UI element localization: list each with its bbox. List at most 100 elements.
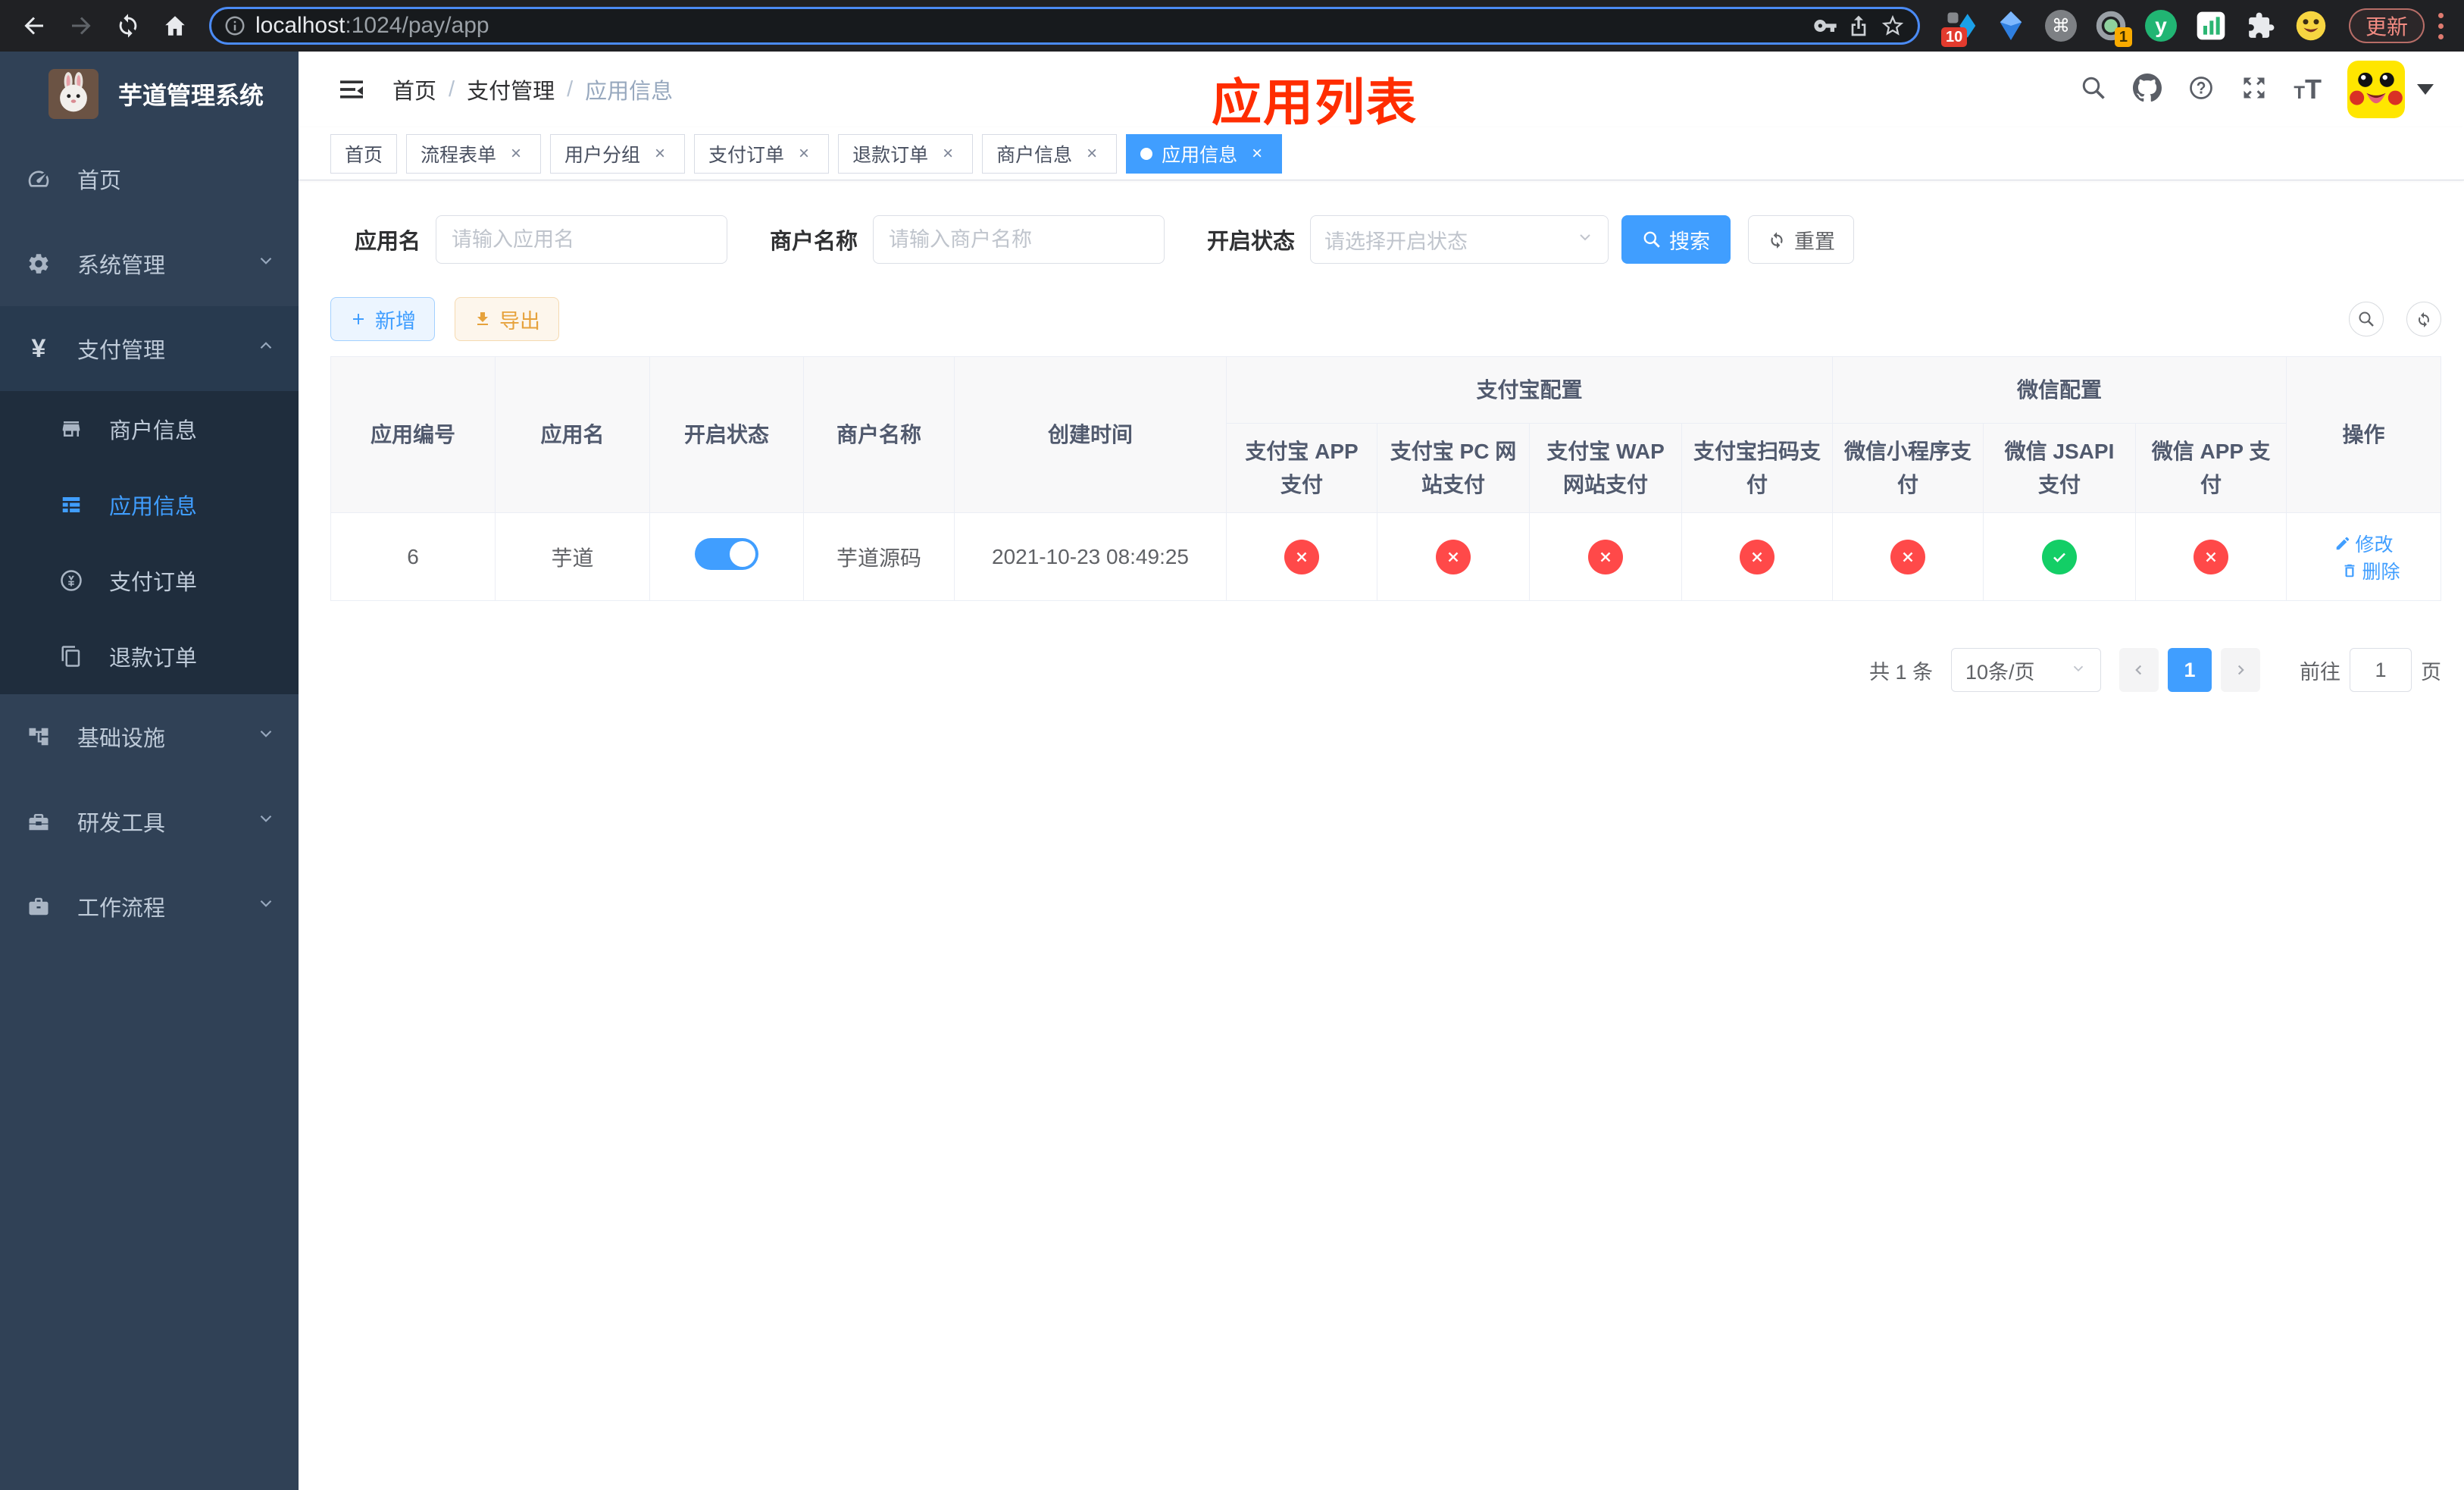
prev-page-button[interactable] <box>2119 648 2159 692</box>
home-button[interactable] <box>155 5 195 46</box>
tab-app-info[interactable]: 应用信息 × <box>1126 133 1283 174</box>
home-icon <box>165 16 185 36</box>
tab-user-group[interactable]: 用户分组 × <box>550 133 686 174</box>
delete-link[interactable]: 删除 <box>2341 557 2400 584</box>
forward-button[interactable] <box>61 5 102 46</box>
search-icon <box>2359 311 2374 327</box>
font-size-icon[interactable]: TT <box>2294 76 2322 103</box>
add-button[interactable]: 新增 <box>330 297 435 341</box>
page-title-annotation: 应用列表 <box>1212 74 1418 130</box>
close-icon[interactable]: × <box>1081 143 1102 164</box>
logo-rabbit-avatar <box>48 69 98 119</box>
edit-pencil-icon <box>2336 537 2349 549</box>
github-icon[interactable] <box>2133 73 2162 106</box>
merchant-name-input[interactable] <box>873 215 1165 264</box>
export-button[interactable]: 导出 <box>455 297 559 341</box>
col-alipay-pc: 支付宝 PC 网站支付 <box>1377 423 1530 513</box>
sidebar-item-payment[interactable]: ¥ 支付管理 <box>0 306 299 391</box>
header-search-icon[interactable] <box>2080 74 2107 105</box>
gear-icon <box>26 252 52 276</box>
y-extension-icon[interactable]: y <box>2144 9 2178 42</box>
url-bar[interactable]: localhost:1024/pay/app <box>209 7 1920 45</box>
site-info-icon[interactable] <box>224 14 246 37</box>
edit-link[interactable]: 修改 <box>2334 530 2394 557</box>
open-status-select[interactable]: 请选择开启状态 <box>1310 215 1609 264</box>
breadcrumb-section[interactable]: 支付管理 <box>467 74 555 105</box>
sidebar-item-app-info[interactable]: 应用信息 <box>0 467 299 543</box>
proxy-extension-icon[interactable]: 1 <box>2094 9 2132 47</box>
sidebar-item-infrastructure[interactable]: 基础设施 <box>0 694 299 779</box>
sidebar-item-label: 首页 <box>77 169 122 193</box>
profile-emoji-icon[interactable] <box>2294 9 2328 42</box>
tags-view: 首页 流程表单 × 用户分组 × 支付订单 × 退款订单 × 商户信息 × 应用信息 × <box>299 127 2464 180</box>
share-icon[interactable] <box>1846 14 1871 38</box>
fullscreen-icon[interactable] <box>2240 74 2268 105</box>
sidebar-item-system[interactable]: 系统管理 <box>0 221 299 306</box>
page-number-1[interactable]: 1 <box>2168 648 2212 692</box>
next-page-button[interactable] <box>2221 648 2260 692</box>
tampermonkey-extension-icon[interactable]: 10 <box>1940 9 1978 47</box>
sidebar-item-workflow[interactable]: 工作流程 <box>0 864 299 949</box>
browser-menu-kebab[interactable] <box>2435 12 2446 39</box>
goto-label: 前往 <box>2300 660 2340 684</box>
password-key-icon[interactable] <box>1813 14 1837 38</box>
tab-pay-order[interactable]: 支付订单 × <box>694 133 830 174</box>
col-wechat-jsapi: 微信 JSAPI 支付 <box>1983 423 2137 513</box>
status-fail-icon <box>1436 539 1471 574</box>
close-icon[interactable]: × <box>793 143 815 164</box>
chrome-update-button[interactable]: 更新 <box>2348 8 2425 43</box>
page-size-select[interactable]: 10条/页 <box>1951 648 2101 692</box>
sidebar-item-merchant-info[interactable]: 商户信息 <box>0 391 299 467</box>
search-button[interactable]: 搜索 <box>1621 215 1731 264</box>
app-name-input[interactable] <box>436 215 728 264</box>
tab-refund-order[interactable]: 退款订单 × <box>838 133 974 174</box>
active-dot <box>1140 147 1153 160</box>
download-icon <box>477 312 488 325</box>
briefcase-icon <box>26 895 52 918</box>
col-group-wechat: 微信配置 <box>1832 356 2287 424</box>
pagination: 共 1 条 10条/页 1 前往 1 页 <box>330 648 2441 692</box>
reset-button[interactable]: 重置 <box>1748 215 1855 264</box>
user-avatar[interactable] <box>2347 61 2434 118</box>
breadcrumb-home[interactable]: 首页 <box>392 74 436 105</box>
status-toggle[interactable] <box>695 538 758 570</box>
close-icon[interactable]: × <box>505 143 527 164</box>
help-icon[interactable] <box>2187 74 2215 105</box>
goto-page-input[interactable] <box>2350 648 2412 692</box>
bookmark-star-icon[interactable] <box>1880 13 1906 39</box>
sidebar-item-home[interactable]: 首页 <box>0 136 299 221</box>
toolbox-icon <box>26 810 52 833</box>
sidebar-item-dev-tools[interactable]: 研发工具 <box>0 779 299 864</box>
col-open-status: 开启状态 <box>649 356 804 513</box>
status-fail-icon <box>1890 539 1926 574</box>
close-icon[interactable]: × <box>1246 143 1268 164</box>
status-fail-icon <box>1740 539 1775 574</box>
command-extension-icon[interactable]: ⌘ <box>2044 9 2078 42</box>
tab-merchant-info[interactable]: 商户信息 × <box>982 133 1118 174</box>
tab-home[interactable]: 首页 <box>330 133 398 174</box>
avatar-dropdown-caret[interactable] <box>2417 84 2434 95</box>
grid-table-icon <box>59 493 83 516</box>
reload-button[interactable] <box>108 5 149 46</box>
back-button[interactable] <box>14 5 55 46</box>
tab-process-form[interactable]: 流程表单 × <box>406 133 542 174</box>
refresh-table-button[interactable] <box>2406 302 2441 337</box>
sidebar-collapse-button[interactable] <box>336 74 367 105</box>
chart-extension-icon[interactable] <box>2194 9 2228 42</box>
col-app-name: 应用名 <box>495 356 650 513</box>
extensions-puzzle-icon[interactable] <box>2244 9 2278 42</box>
open-status-label: 开启状态 <box>1207 230 1296 254</box>
close-icon[interactable]: × <box>937 143 958 164</box>
chevron-down-icon <box>256 251 276 277</box>
sidebar-item-label: 退款订单 <box>109 646 198 671</box>
forward-arrow-icon <box>72 17 91 35</box>
sidebar-item-label: 商户信息 <box>109 419 198 443</box>
kite-extension-icon[interactable] <box>1994 9 2028 42</box>
navbar: 首页 / 支付管理 / 应用信息 应用列表 TT <box>299 52 2464 130</box>
sidebar-item-pay-order[interactable]: 支付订单 <box>0 543 299 618</box>
toggle-search-button[interactable] <box>2349 302 2384 337</box>
chevron-down-icon <box>256 894 276 919</box>
refresh-icon <box>2419 312 2429 327</box>
close-icon[interactable]: × <box>649 143 671 164</box>
sidebar-item-refund-order[interactable]: 退款订单 <box>0 618 299 694</box>
